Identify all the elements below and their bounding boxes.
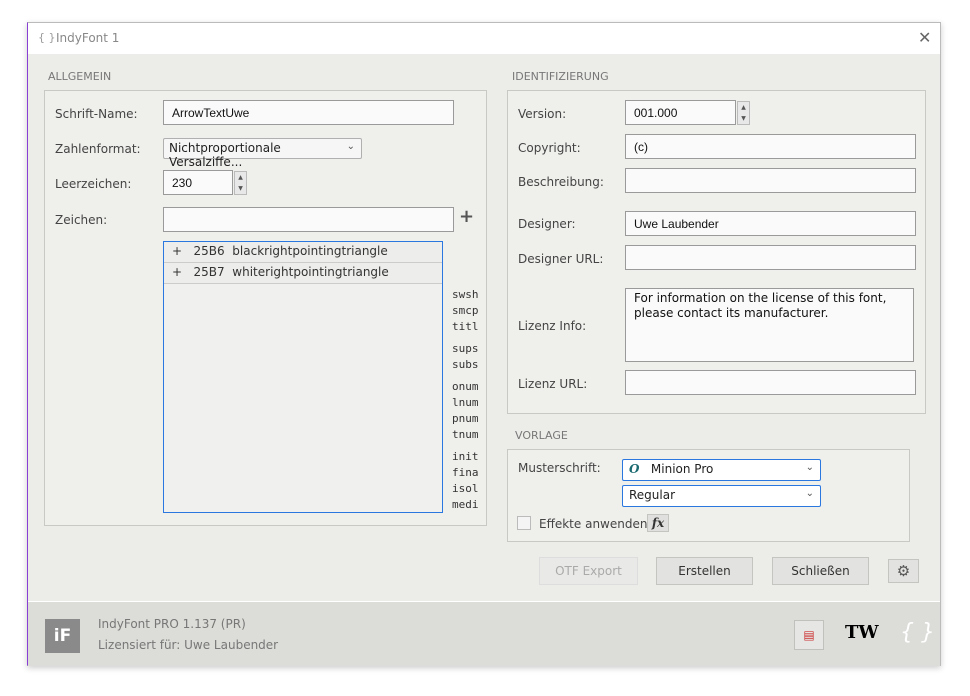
designer-url-label: Designer URL: (518, 252, 604, 266)
glyph-name: blackrightpointingtriangle (232, 244, 388, 258)
braces-logo-icon: { } (900, 620, 935, 645)
designer-input[interactable] (625, 211, 916, 236)
style-value: Regular (629, 488, 676, 502)
designer-label: Designer: (518, 217, 576, 231)
glyph-name: whiterightpointingtriangle (232, 265, 389, 279)
beschreibung-label: Beschreibung: (518, 175, 604, 189)
feature-tag-titl[interactable]: titl (452, 320, 479, 333)
version-stepper[interactable]: ▲ ▼ (737, 101, 750, 125)
title-bar: { } IndyFont 1 ✕ (28, 23, 940, 54)
leerzeichen-label: Leerzeichen: (55, 177, 132, 191)
style-select[interactable]: Regular ⌄ (622, 485, 821, 507)
version-label: Version: (518, 107, 567, 121)
feature-tag-lnum[interactable]: lnum (452, 396, 479, 409)
effekte-checkbox[interactable] (517, 516, 531, 530)
glyph-list[interactable]: + 25B6 blackrightpointingtriangle + 25B7… (163, 241, 443, 513)
lizenz-info-textarea[interactable]: For information on the license of this f… (625, 288, 914, 362)
braces-icon: { } (38, 31, 56, 44)
feature-tag-pnum[interactable]: pnum (452, 412, 479, 425)
plus-icon[interactable]: + (459, 206, 474, 227)
list-item[interactable]: + 25B6 blackrightpointingtriangle (164, 242, 442, 263)
expand-icon[interactable]: + (172, 244, 182, 258)
tw-logo-icon[interactable]: TW (845, 622, 879, 643)
license-holder: Lizensiert für: Uwe Laubender (98, 638, 279, 652)
identifizierung-heading: IDENTIFIZIERUNG (512, 70, 609, 83)
feature-tag-fina[interactable]: fina (452, 466, 479, 479)
vorlage-heading: VORLAGE (515, 429, 568, 442)
stepper-arrows-icon[interactable]: ▲ ▼ (737, 101, 750, 125)
chevron-down-icon: ⌄ (805, 462, 814, 473)
zeichen-label: Zeichen: (55, 213, 108, 227)
effekte-label: Effekte anwenden (539, 517, 648, 531)
erstellen-button[interactable]: Erstellen (656, 557, 753, 585)
feature-tag-smcp[interactable]: smcp (452, 304, 479, 317)
chevron-down-icon: ⌄ (805, 488, 814, 499)
copyright-input[interactable] (625, 134, 916, 159)
expand-icon[interactable]: + (172, 265, 182, 279)
opentype-icon: O (629, 462, 640, 476)
font-select[interactable]: O Minion Pro ⌄ (622, 459, 821, 481)
feature-tag-tnum[interactable]: tnum (452, 428, 479, 441)
schrift-name-label: Schrift-Name: (55, 107, 138, 121)
feature-tag-medi[interactable]: medi (452, 498, 479, 511)
schrift-name-input[interactable] (163, 100, 454, 125)
product-version: IndyFont PRO 1.137 (PR) (98, 617, 246, 631)
feature-tag-swsh[interactable]: swsh (452, 288, 479, 301)
stepper-arrows-icon[interactable]: ▲ ▼ (234, 171, 247, 195)
otf-export-button[interactable]: OTF Export (539, 557, 638, 585)
feature-tag-onum[interactable]: onum (452, 380, 479, 393)
musterschrift-label: Musterschrift: (518, 461, 601, 475)
version-input[interactable] (625, 100, 736, 125)
feature-tag-init[interactable]: init (452, 450, 479, 463)
list-item[interactable]: + 25B7 whiterightpointingtriangle (164, 263, 442, 284)
window-title: IndyFont 1 (56, 31, 120, 45)
lizenz-url-label: Lizenz URL: (518, 377, 588, 391)
zeichen-input[interactable] (163, 207, 454, 232)
gear-icon[interactable]: ⚙ (888, 559, 919, 583)
designer-url-input[interactable] (625, 245, 916, 270)
zahlenformat-select[interactable]: Nichtproportionale Versalziffe... ⌄ (163, 138, 362, 169)
fx-button[interactable]: fx (647, 514, 669, 532)
indyfont-window: { } IndyFont 1 ✕ ALLGEMEIN Schrift-Name:… (27, 22, 941, 666)
zahlenformat-label: Zahlenformat: (55, 142, 141, 156)
close-icon[interactable]: ✕ (918, 28, 931, 47)
feature-tag-sups[interactable]: sups (452, 342, 479, 355)
leerzeichen-stepper[interactable]: ▲ ▼ (234, 171, 247, 195)
beschreibung-input[interactable] (625, 168, 916, 193)
lizenz-url-input[interactable] (625, 370, 916, 395)
glyph-code: 25B6 (193, 244, 225, 258)
lizenz-info-label: Lizenz Info: (518, 319, 587, 333)
chevron-down-icon: ⌄ (346, 141, 355, 152)
leerzeichen-input[interactable] (163, 170, 233, 195)
copyright-label: Copyright: (518, 141, 581, 155)
feature-tag-subs[interactable]: subs (452, 358, 479, 371)
schliessen-button[interactable]: Schließen (772, 557, 869, 585)
glyph-code: 25B7 (193, 265, 225, 279)
allgemein-heading: ALLGEMEIN (48, 70, 112, 83)
font-value: Minion Pro (650, 462, 714, 476)
footer: iF IndyFont PRO 1.137 (PR) Lizensiert fü… (28, 601, 940, 666)
document-icon[interactable]: ▤ (794, 620, 824, 650)
feature-tag-isol[interactable]: isol (452, 482, 479, 495)
indyfont-logo: iF (45, 619, 80, 653)
